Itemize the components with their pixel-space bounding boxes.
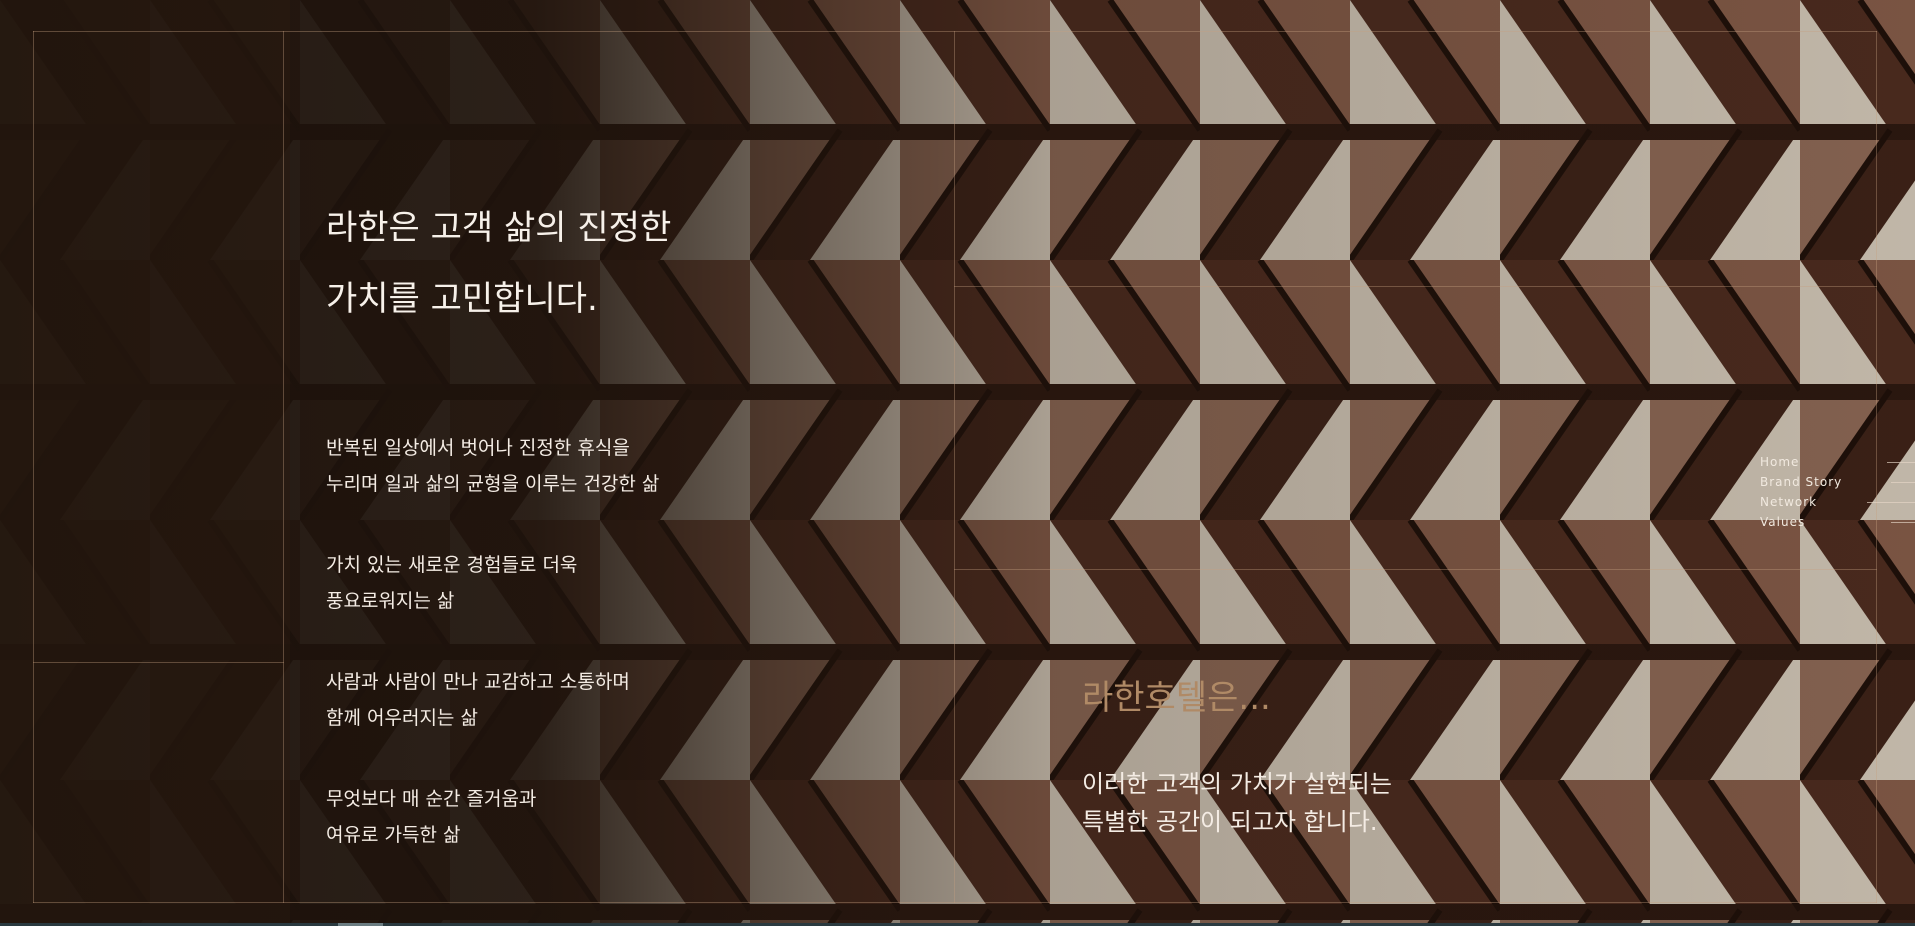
brand-statement-line-1: 이러한 고객의 가치가 실현되는 xyxy=(1082,770,1392,798)
side-nav-line xyxy=(1891,522,1915,523)
frame-line-col-2 xyxy=(954,31,955,903)
brand-statement-line-2: 특별한 공간이 되고자 합니다. xyxy=(1082,808,1378,836)
side-nav-label: Home xyxy=(1760,455,1800,469)
side-nav-label: Values xyxy=(1760,515,1806,529)
list-item: 반복된 일상에서 벗어나 진정한 휴식을 누리며 일과 삶의 균형을 이루는 건… xyxy=(326,430,786,502)
brand-heading: 라한호텔은... xyxy=(1082,678,1271,718)
frame-line-left xyxy=(33,31,34,903)
side-nav-line xyxy=(1867,502,1915,503)
value-text-line-2: 여유로 가득한 삶 xyxy=(326,824,461,846)
values-list: 반복된 일상에서 벗어나 진정한 휴식을 누리며 일과 삶의 균형을 이루는 건… xyxy=(326,430,786,898)
frame-line-col-1 xyxy=(283,31,284,903)
value-text-line-2: 함께 어우러지는 삶 xyxy=(326,707,478,729)
list-item: 무엇보다 매 순간 즐거움과 여유로 가득한 삶 xyxy=(326,781,786,853)
value-text-line-2: 누리며 일과 삶의 균형을 이루는 건강한 삶 xyxy=(326,473,660,495)
side-navigation: Home Brand Story Network Values xyxy=(1760,452,1915,532)
list-item: 사람과 사람이 만나 교감하고 소통하며 함께 어우러지는 삶 xyxy=(326,664,786,736)
frame-line-right-row-2 xyxy=(954,569,1877,570)
side-nav-line xyxy=(1891,482,1915,483)
side-nav-label: Network xyxy=(1760,495,1818,509)
page-title-line-1: 라한은 고객 삶의 진정한 xyxy=(326,208,672,248)
value-text-line-1: 사람과 사람이 만나 교감하고 소통하며 xyxy=(326,671,630,693)
frame-line-left-row xyxy=(33,662,284,663)
page-title: 라한은 고객 삶의 진정한 가치를 고민합니다. xyxy=(326,193,806,335)
frame-line-bottom xyxy=(33,902,1877,903)
frame-line-right-row-1 xyxy=(954,286,1877,287)
page-title-line-2: 가치를 고민합니다. xyxy=(326,279,598,319)
value-text-line-2: 풍요로워지는 삶 xyxy=(326,590,455,612)
side-nav-item-brand-story[interactable]: Brand Story xyxy=(1760,472,1915,492)
list-item: 가치 있는 새로운 경험들로 더욱 풍요로워지는 삶 xyxy=(326,547,786,619)
side-nav-item-network[interactable]: Network xyxy=(1760,492,1915,512)
value-text-line-1: 가치 있는 새로운 경험들로 더욱 xyxy=(326,554,578,576)
value-text-line-1: 무엇보다 매 순간 즐거움과 xyxy=(326,788,537,810)
hero-background-image xyxy=(0,0,1915,926)
value-text-line-1: 반복된 일상에서 벗어나 진정한 휴식을 xyxy=(326,437,630,459)
side-nav-label: Brand Story xyxy=(1760,475,1843,489)
side-nav-line xyxy=(1887,462,1915,463)
frame-line-top xyxy=(33,31,1877,32)
side-nav-item-values[interactable]: Values xyxy=(1760,512,1915,532)
side-nav-item-home[interactable]: Home xyxy=(1760,452,1915,472)
brand-statement: 이러한 고객의 가치가 실현되는 특별한 공간이 되고자 합니다. xyxy=(1082,765,1602,841)
